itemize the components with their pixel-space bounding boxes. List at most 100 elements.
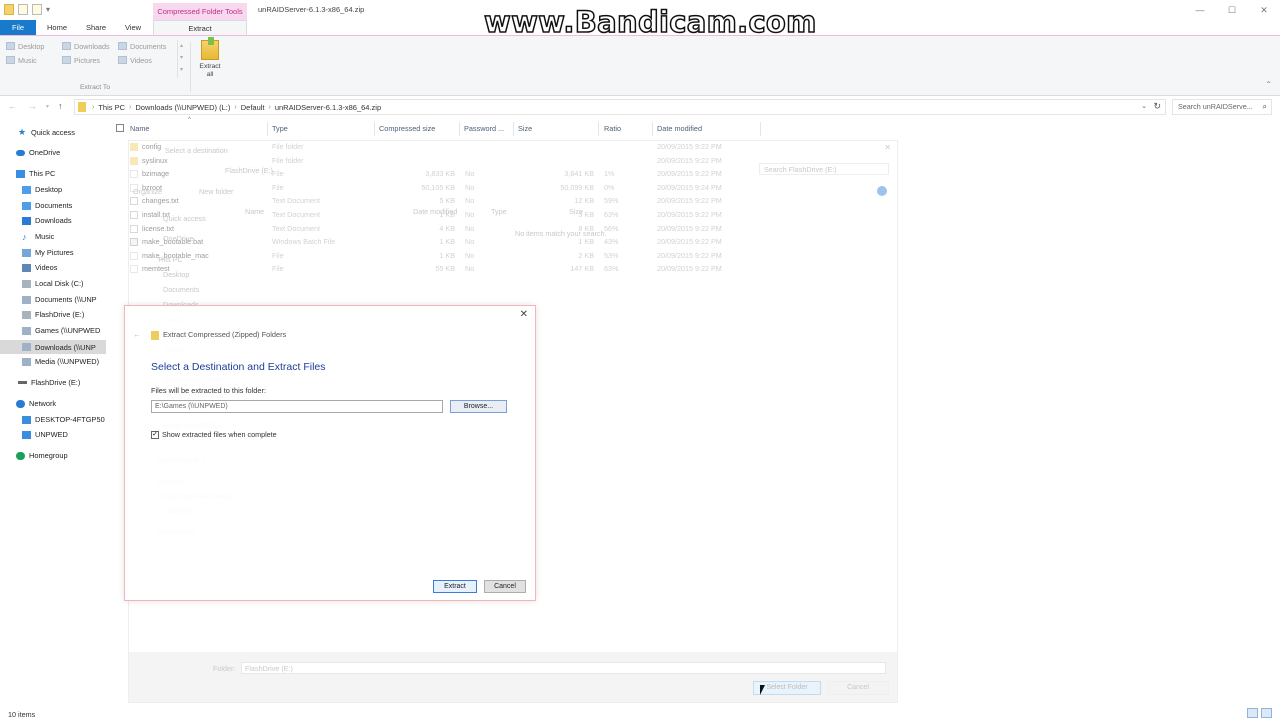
desktop-icon — [6, 42, 15, 50]
nav-item-media[interactable]: Media (\\UNPWED) — [22, 357, 106, 366]
forward-arrow-icon[interactable]: → — [28, 101, 37, 111]
destination-downloads[interactable]: Downloads — [62, 41, 118, 51]
destination-label: Videos — [130, 55, 152, 65]
nav-label: Documents — [35, 201, 73, 210]
details-view-icon[interactable] — [1247, 708, 1258, 718]
tab-share[interactable]: Share — [78, 20, 114, 36]
ghost-nav-item: Documents — [163, 285, 200, 294]
minimize-button[interactable]: — — [1184, 0, 1216, 20]
breadcrumb-this-pc[interactable]: This PC — [98, 103, 125, 112]
computer-icon — [16, 169, 25, 178]
destination-desktop[interactable]: Desktop — [6, 41, 62, 51]
column-name[interactable]: Name — [130, 124, 149, 133]
nav-item-videos[interactable]: Videos — [22, 263, 57, 272]
folder-icon — [4, 4, 14, 15]
breadcrumb-default[interactable]: Default — [241, 103, 265, 112]
zip-folder-icon — [151, 331, 159, 340]
extract-all-button[interactable]: Extract all — [196, 37, 224, 86]
column-divider — [760, 122, 761, 136]
extract-all-icon — [201, 37, 219, 60]
column-compressed-size[interactable]: Compressed size — [379, 124, 435, 133]
close-button[interactable]: ✕ — [1248, 0, 1280, 20]
destinations-scroller[interactable]: ▴ ▾ ▾ — [177, 40, 185, 78]
nav-item-homegroup[interactable]: Homegroup — [16, 451, 68, 460]
nav-item-music[interactable]: ♪ Music — [22, 232, 54, 241]
tab-extract[interactable]: Extract — [153, 20, 247, 36]
address-history-chevron-icon[interactable]: ⌄ — [1141, 102, 1147, 110]
downloads-icon — [62, 42, 71, 50]
refresh-icon[interactable]: ↻ — [1153, 101, 1161, 112]
nav-label: Downloads — [35, 216, 72, 225]
navigation-pane: ★ Quick access OneDrive This PC Desktop D… — [0, 122, 108, 707]
nav-item-documents-network[interactable]: Documents (\\UNP — [22, 295, 106, 304]
properties-icon[interactable] — [18, 4, 28, 15]
ribbon-collapse-chevron-icon[interactable]: ⌃ — [1265, 80, 1272, 89]
column-date-modified[interactable]: Date modified — [657, 124, 702, 133]
nav-item-local-disk[interactable]: Local Disk (C:) — [22, 279, 83, 288]
nav-item-games[interactable]: Games (\\UNPWED — [22, 326, 106, 335]
destination-pictures[interactable]: Pictures — [62, 55, 118, 65]
breadcrumb-zip[interactable]: unRAIDServer-6.1.3-x86_64.zip — [275, 103, 381, 112]
address-bar[interactable]: › This PC › Downloads (\\UNPWED) (L:) › … — [74, 99, 1166, 115]
nav-item-downloads-network[interactable]: Downloads (\\UNP — [0, 340, 106, 354]
nav-item-flashdrive-root[interactable]: FlashDrive (E:) — [18, 378, 80, 387]
ghost-folder-field: FlashDrive (E:) — [241, 662, 886, 674]
breadcrumb-separator: › — [268, 103, 271, 111]
tab-file[interactable]: File — [0, 20, 36, 36]
ghost-empty-message: No items match your search. — [515, 229, 607, 238]
extract-button[interactable]: Extract — [433, 580, 477, 593]
column-password[interactable]: Password ... — [464, 124, 504, 133]
new-folder-icon[interactable] — [32, 4, 42, 15]
back-arrow-icon[interactable]: ← — [8, 101, 17, 111]
nav-item-quick-access[interactable]: ★ Quick access — [18, 127, 75, 137]
ghost-path: FlashDrive (E:) — [225, 166, 273, 175]
show-files-checkbox[interactable]: ✓ — [151, 431, 159, 439]
ghost-cancel-button[interactable]: Cancel — [827, 681, 889, 695]
nav-item-my-pictures[interactable]: My Pictures — [22, 248, 74, 257]
nav-item-documents[interactable]: Documents — [22, 201, 72, 210]
nav-item-unpwed[interactable]: UNPWED — [22, 430, 68, 439]
documents-icon — [118, 42, 127, 50]
destination-documents[interactable]: Documents — [118, 41, 176, 51]
nav-item-desktop[interactable]: Desktop — [22, 185, 62, 194]
network-icon — [16, 399, 25, 408]
destination-label: Music — [18, 55, 37, 65]
nav-item-onedrive[interactable]: OneDrive — [16, 148, 60, 157]
nav-item-flashdrive[interactable]: FlashDrive (E:) — [22, 310, 84, 319]
drive-icon — [22, 279, 31, 288]
dialog-close-button[interactable]: ✕ — [520, 309, 528, 320]
column-type[interactable]: Type — [272, 124, 288, 133]
up-arrow-icon[interactable]: ↑ — [58, 101, 63, 111]
dialog-heading: Select a Destination and Extract Files — [151, 361, 326, 373]
nav-item-this-pc[interactable]: This PC — [16, 169, 55, 178]
music-icon — [6, 56, 15, 64]
column-divider — [598, 122, 599, 136]
destination-label: Pictures — [74, 55, 100, 65]
nav-item-desktop-pc[interactable]: DESKTOP-4FTGP50 — [22, 415, 105, 424]
destination-music[interactable]: Music — [6, 55, 62, 65]
column-divider — [374, 122, 375, 136]
maximize-button[interactable]: ☐ — [1216, 0, 1248, 20]
column-ratio[interactable]: Ratio — [604, 124, 621, 133]
customize-toolbar-chevron-icon[interactable]: ▾ — [46, 4, 54, 15]
back-arrow-icon[interactable]: ← — [133, 330, 141, 339]
ghost-folder-value: FlashDrive (E:) — [245, 664, 293, 673]
column-size[interactable]: Size — [518, 124, 532, 133]
ghost-title: Select a destination — [165, 146, 228, 155]
nav-label: Media (\\UNPWED) — [35, 357, 100, 366]
cancel-button[interactable]: Cancel — [484, 580, 526, 593]
breadcrumb-downloads[interactable]: Downloads (\\UNPWED) (L:) — [135, 103, 230, 112]
destination-path-input[interactable]: E:\Games (\\UNPWED) — [151, 400, 443, 413]
nav-item-network[interactable]: Network — [16, 399, 56, 408]
search-input[interactable]: Search unRAIDServe... ⌕ — [1172, 99, 1272, 115]
tab-view[interactable]: View — [116, 20, 150, 36]
nav-label: Network — [29, 399, 57, 408]
show-files-label: Show extracted files when complete — [162, 430, 277, 439]
large-icons-view-icon[interactable] — [1261, 708, 1272, 718]
recent-chevron-icon[interactable]: ▾ — [46, 103, 49, 110]
nav-item-downloads[interactable]: Downloads — [22, 216, 72, 225]
ghost-nav-item: Desktop — [163, 270, 190, 279]
tab-home[interactable]: Home — [38, 20, 76, 36]
destination-videos[interactable]: Videos — [118, 55, 176, 65]
browse-button[interactable]: Browse... — [450, 400, 507, 413]
